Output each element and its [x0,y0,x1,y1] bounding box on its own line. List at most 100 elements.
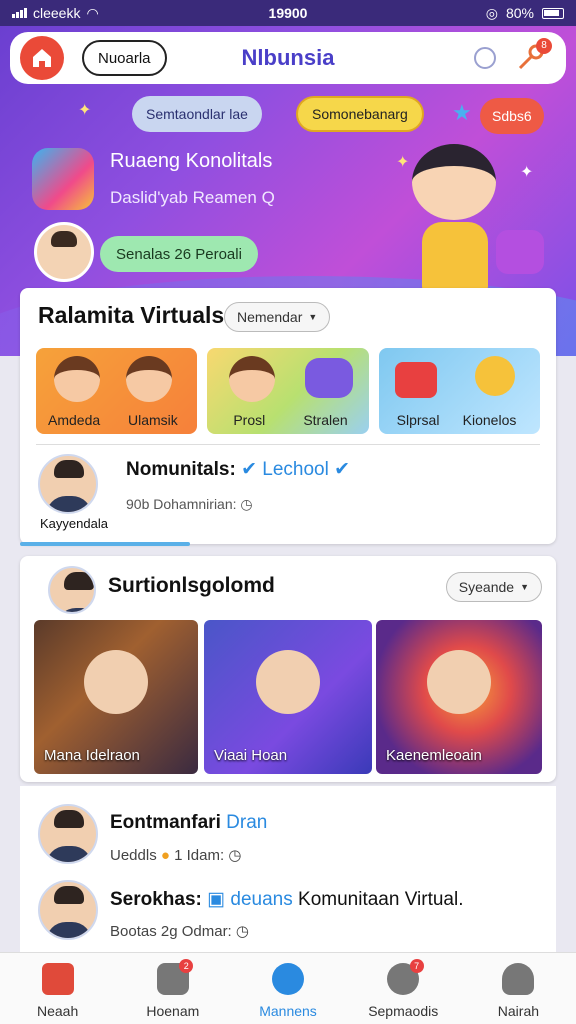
meta-text: Ueddls [110,847,157,864]
card-title: Ralamita Virtuals [38,302,225,328]
user-name: Nomunitals: ✔ Lechool ✔ [126,458,350,481]
divider [36,444,540,445]
feed-title-text: Eontmanfari [110,812,221,833]
verified-badge-icon: ✔ [241,459,257,480]
list-item[interactable]: Serokhas: ▣ deuans Komunitaan Virtual. B… [20,872,556,948]
avatar [54,356,100,402]
feed-title-text: Serokhas: [110,889,202,910]
gift-icon [394,362,437,398]
feed-title: Serokhas: ▣ deuans Komunitaan Virtual. [110,888,464,911]
category-tile[interactable]: Amdeda Ulamsik [36,348,198,434]
nav-item-home[interactable]: Neaah [0,953,115,1024]
user-tag[interactable]: Lechool [262,459,329,480]
avatar[interactable] [48,566,96,614]
feed-highlight[interactable]: Dran [226,812,267,833]
tile-label: Ulamsik [128,412,178,428]
avatar[interactable] [38,804,98,864]
profile-menu-button[interactable]: Nuoarla [82,40,167,76]
avatar [229,356,276,402]
hero-avatar[interactable] [34,222,94,282]
avatar[interactable] [38,880,98,940]
dropdown-label: Syeande [458,579,515,595]
status-bar: cleeekk ◠ 19900 ◎ 80% [0,0,576,26]
carrier-label: cleeekk [33,5,81,21]
online-count-chip[interactable]: Senalas 26 Peroali [100,236,258,272]
sparkle-icon: ✦ [520,164,534,181]
nav-item-messages[interactable]: Mannens [230,953,345,1024]
dropdown-label: Nemendar [237,309,303,325]
media-thumbnail[interactable]: Kaenemleoain [376,620,542,774]
verified-badge-icon: ✔ [334,459,351,480]
meta-text: 1 Idam: [174,847,225,864]
nav-item-profile[interactable]: Nairah [461,953,576,1024]
user-meta: 90b Dohamnirian: ◷ [126,496,253,513]
battery-icon [542,7,564,19]
home-button[interactable] [20,36,64,80]
notification-badge: 8 [536,38,552,54]
clock-icon: ◷ [240,496,253,512]
hero-chip-2[interactable]: Somonebanarg [296,96,424,132]
chat-bubble-icon[interactable] [496,230,544,274]
mascot-body [422,222,488,294]
activity-feed: Eontmanfari Dran Ueddls ● 1 Idam: ◷ Sero… [20,786,556,956]
media-filter-dropdown[interactable]: Syeande ▼ [445,572,542,602]
mascot-head [412,144,496,220]
progress-bar [20,542,190,546]
community-app-logo[interactable] [32,148,94,210]
top-bar: Nuoarla Nlbunsia 8 [10,32,566,84]
list-item[interactable]: Eontmanfari Dran Ueddls ● 1 Idam: ◷ [20,796,556,872]
media-thumbnail[interactable]: Viaai Hoan [204,620,372,774]
media-caption: Mana Idelraon [44,747,140,764]
feed-highlight[interactable]: deuans [230,889,292,910]
star-icon: ★ [452,100,472,125]
person-image [256,650,320,714]
category-tile[interactable]: Slprsal Kionelos [378,348,540,434]
nav-label: Nairah [497,1003,540,1019]
community-filter-dropdown[interactable]: Nemendar ▼ [224,302,331,332]
media-card: Surtionlsgolomd Syeande ▼ Mana Idelraon … [20,556,556,782]
feed-meta: Ueddls ● 1 Idam: ◷ [110,846,241,864]
media-caption: Kaenemleoain [386,747,482,764]
profile-icon [502,963,535,995]
tile-label: Slprsal [396,412,440,428]
status-time: 19900 [268,5,308,21]
mascot-illustration [400,144,510,304]
wifi-icon: ◠ [86,4,99,21]
meta-text: Bootas 2g Odmar: [110,923,232,940]
link-icon: ▣ [207,889,226,910]
bottom-navigation: Neaah 2 Hoenam Mannens 7 Sepmaodis Naira… [0,952,576,1024]
user-handle: Kayyendala [40,516,108,531]
home-icon [33,49,51,67]
chat-icon [272,963,304,995]
emoji-icon [474,356,515,396]
nav-label: Sepmaodis [368,1003,439,1019]
emoji-icon: ● [160,847,170,864]
clock-icon: ◷ [228,847,242,864]
category-tile[interactable]: Prosl Stralen [207,348,369,434]
location-icon: ◎ [485,4,498,21]
sparkle-icon: ✦ [78,102,92,119]
avatar[interactable] [38,454,98,514]
card-title: Surtionlsgolomd [108,574,275,597]
hero-title: Ruaeng Konolitals [110,150,273,172]
chevron-down-icon: ▼ [308,312,318,322]
feed-title-rest: Komunitaan Virtual. [298,889,464,910]
virtual-community-card: Ralamita Virtuals Nemendar ▼ Amdeda Ulam… [20,288,556,546]
nav-label: Mannens [259,1003,317,1019]
avatar [126,356,172,402]
media-caption: Viaai Hoan [214,747,288,764]
hero-chip-3[interactable]: Sdbs6 [480,98,544,134]
nav-badge: 7 [409,959,424,973]
chevron-down-icon: ▼ [520,582,529,592]
hero-chip-1[interactable]: Semtaondlar lae [132,96,262,132]
media-thumbnail[interactable]: Mana Idelraon [34,620,198,774]
info-icon[interactable] [474,47,496,69]
tile-label: Kionelos [462,412,517,428]
nav-label: Neaah [36,1003,79,1019]
tile-label: Stralen [303,412,348,428]
user-row[interactable]: Nomunitals: ✔ Lechool ✔ Kayyendala 90b D… [36,454,540,534]
nav-item-camera[interactable]: 2 Hoenam [115,953,230,1024]
person-image [427,650,491,714]
tile-label: Amdeda [48,412,101,428]
nav-item-groups[interactable]: 7 Sepmaodis [346,953,461,1024]
